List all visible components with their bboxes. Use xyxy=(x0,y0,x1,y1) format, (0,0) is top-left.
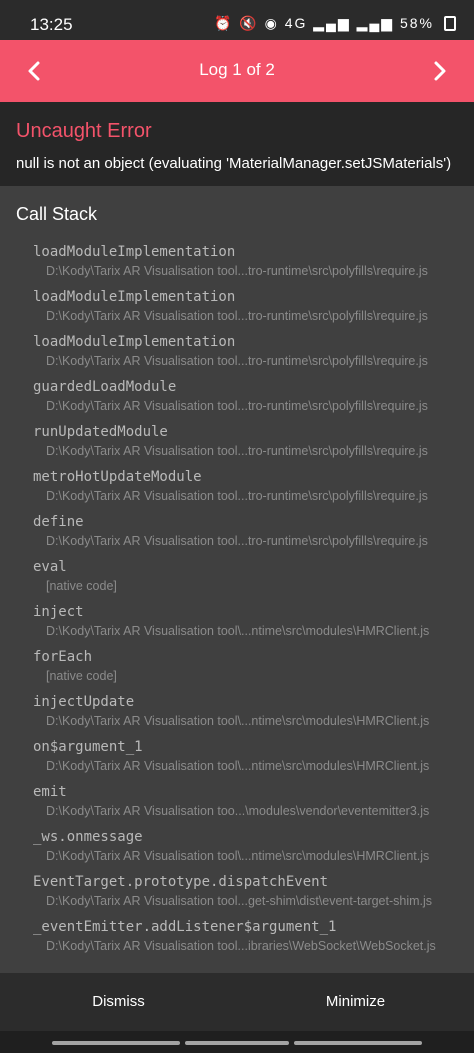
chevron-right-icon xyxy=(434,61,446,81)
stack-frame[interactable]: loadModuleImplementation D:\Kody\Tarix AR… xyxy=(0,333,474,378)
status-icons: ⏰ 🔇 ◉ 4G ▂▄▆ ▂▄▆ 58% xyxy=(214,15,434,32)
status-time: 13:25 xyxy=(30,15,73,34)
stack-frame[interactable]: eval [native code] xyxy=(0,558,474,603)
stack-frame-file: D:\Kody\Tarix AR Visualisation tool...tr… xyxy=(46,309,428,323)
stack-frame[interactable]: loadModuleImplementation D:\Kody\Tarix AR… xyxy=(0,243,474,288)
error-summary: Uncaught Error null is not an object (ev… xyxy=(0,102,474,186)
stack-frame[interactable]: on$argument_1 D:\Kody\Tarix AR Visualisat… xyxy=(0,738,474,783)
stack-frame-function: guardedLoadModule xyxy=(33,379,177,395)
stack-frame-list: loadModuleImplementation D:\Kody\Tarix AR… xyxy=(0,243,474,963)
stack-frame-file: D:\Kody\Tarix AR Visualisation tool\...n… xyxy=(46,759,430,773)
stack-frame[interactable]: define D:\Kody\Tarix AR Visualisation too… xyxy=(0,513,474,558)
stack-frame-function: EventTarget.prototype.dispatchEvent xyxy=(33,874,329,890)
stack-frame[interactable]: injectUpdate D:\Kody\Tarix AR Visualisati… xyxy=(0,693,474,738)
nav-pill-right[interactable] xyxy=(294,1041,422,1045)
stack-frame-function: runUpdatedModule xyxy=(33,424,168,440)
status-icons-text: ⏰ 🔇 ◉ 4G ▂▄▆ ▂▄▆ xyxy=(213,15,395,31)
nav-pill-left[interactable] xyxy=(52,1041,180,1045)
stack-frame-file: D:\Kody\Tarix AR Visualisation tool...tr… xyxy=(46,534,428,548)
stack-frame-function: metroHotUpdateModule xyxy=(33,469,202,485)
stack-frame[interactable]: _ws.onmessage D:\Kody\Tarix AR Visualisat… xyxy=(0,828,474,873)
stack-frame-file: D:\Kody\Tarix AR Visualisation tool...tr… xyxy=(46,264,428,278)
stack-frame-file: D:\Kody\Tarix AR Visualisation tool\...n… xyxy=(46,714,430,728)
stack-frame-function: loadModuleImplementation xyxy=(33,244,236,260)
stack-frame[interactable]: forEach [native code] xyxy=(0,648,474,693)
stack-frame-function: loadModuleImplementation xyxy=(33,289,236,305)
stack-frame[interactable]: inject D:\Kody\Tarix AR Visualisation too… xyxy=(0,603,474,648)
stack-frame-file: [native code] xyxy=(46,579,117,593)
footer-actions: Dismiss Minimize xyxy=(0,973,474,1031)
stack-frame[interactable]: loadModuleImplementation D:\Kody\Tarix AR… xyxy=(0,288,474,333)
stack-frame-function: _eventEmitter.addListener$argument_1 xyxy=(33,919,337,935)
error-title: Uncaught Error xyxy=(16,120,152,142)
stack-frame-file: D:\Kody\Tarix AR Visualisation tool\...n… xyxy=(46,624,430,638)
call-stack-heading: Call Stack xyxy=(16,204,98,224)
stack-frame-function: emit xyxy=(33,784,67,800)
system-nav-bar xyxy=(0,1031,474,1053)
stack-frame-file: [native code] xyxy=(46,669,117,683)
stack-frame-file: D:\Kody\Tarix AR Visualisation tool...ib… xyxy=(46,939,436,953)
stack-frame[interactable]: _eventEmitter.addListener$argument_1 D:\K… xyxy=(0,918,474,963)
stack-frame-function: injectUpdate xyxy=(33,694,135,710)
stack-frame-file: D:\Kody\Tarix AR Visualisation tool\...n… xyxy=(46,849,430,863)
minimize-button[interactable]: Minimize xyxy=(237,973,474,1031)
stack-frame[interactable]: emit D:\Kody\Tarix AR Visualisation too..… xyxy=(0,783,474,828)
stack-frame-file: D:\Kody\Tarix AR Visualisation tool...tr… xyxy=(46,444,428,458)
nav-pill-home[interactable] xyxy=(185,1041,289,1045)
stack-frame-function: inject xyxy=(33,604,84,620)
stack-frame-function: define xyxy=(33,514,84,530)
stack-frame[interactable]: guardedLoadModule D:\Kody\Tarix AR Visual… xyxy=(0,378,474,423)
stack-frame[interactable]: runUpdatedModule D:\Kody\Tarix AR Visuali… xyxy=(0,423,474,468)
battery-percent: 58% xyxy=(399,15,434,31)
dismiss-button[interactable]: Dismiss xyxy=(0,973,237,1031)
stack-frame-function: _ws.onmessage xyxy=(33,829,143,845)
error-message: null is not an object (evaluating 'Mater… xyxy=(16,155,452,172)
stack-frame[interactable]: metroHotUpdateModule D:\Kody\Tarix AR Vis… xyxy=(0,468,474,513)
stack-frame-function: on$argument_1 xyxy=(33,739,143,755)
stack-frame-function: loadModuleImplementation xyxy=(33,334,236,350)
stack-frame-file: D:\Kody\Tarix AR Visualisation tool...tr… xyxy=(46,354,428,368)
status-bar: 13:25 ⏰ 🔇 ◉ 4G ▂▄▆ ▂▄▆ 58% xyxy=(0,0,474,40)
stack-frame[interactable]: EventTarget.prototype.dispatchEvent D:\Ko… xyxy=(0,873,474,918)
battery-icon xyxy=(444,16,456,31)
log-header: Log 1 of 2 xyxy=(0,40,474,102)
stack-frame-file: D:\Kody\Tarix AR Visualisation too...\mo… xyxy=(46,804,430,818)
log-counter: Log 1 of 2 xyxy=(199,60,275,79)
next-log-button[interactable] xyxy=(426,58,452,84)
call-stack-panel[interactable]: Call Stack loadModuleImplementation D:\Ko… xyxy=(0,186,474,973)
stack-frame-function: forEach xyxy=(33,649,93,665)
stack-frame-file: D:\Kody\Tarix AR Visualisation tool...ge… xyxy=(46,894,433,908)
stack-frame-file: D:\Kody\Tarix AR Visualisation tool...tr… xyxy=(46,489,428,503)
stack-frame-file: D:\Kody\Tarix AR Visualisation tool...tr… xyxy=(46,399,428,413)
stack-frame-function: eval xyxy=(33,559,67,575)
